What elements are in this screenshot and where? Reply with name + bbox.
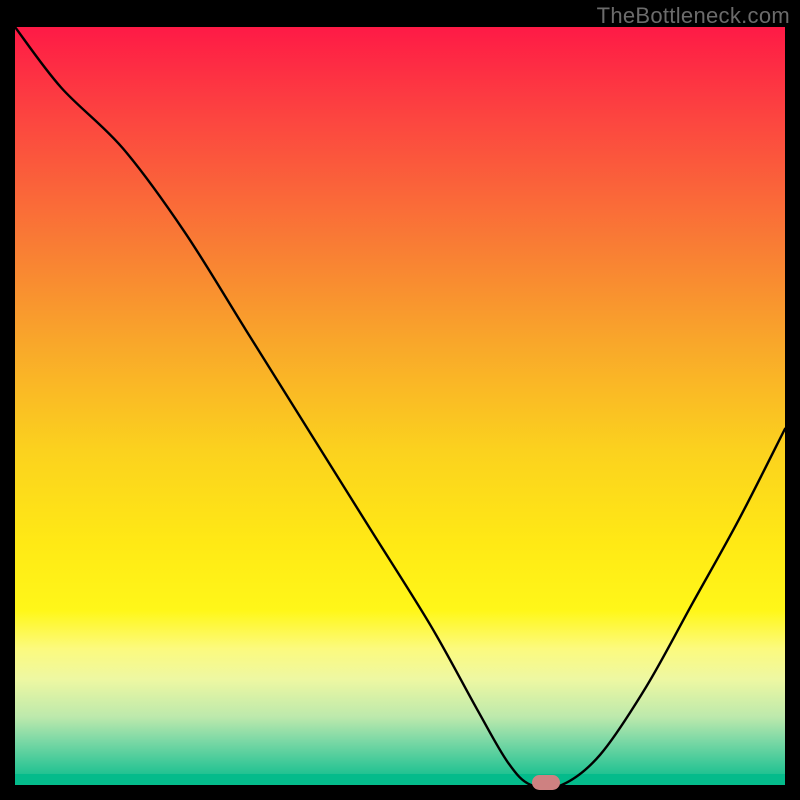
watermark-text: TheBottleneck.com	[597, 3, 790, 29]
chart-curve	[15, 27, 785, 785]
chart-gradient-area	[15, 27, 785, 785]
optimum-marker	[532, 775, 560, 790]
chart-stage: TheBottleneck.com	[0, 0, 800, 800]
